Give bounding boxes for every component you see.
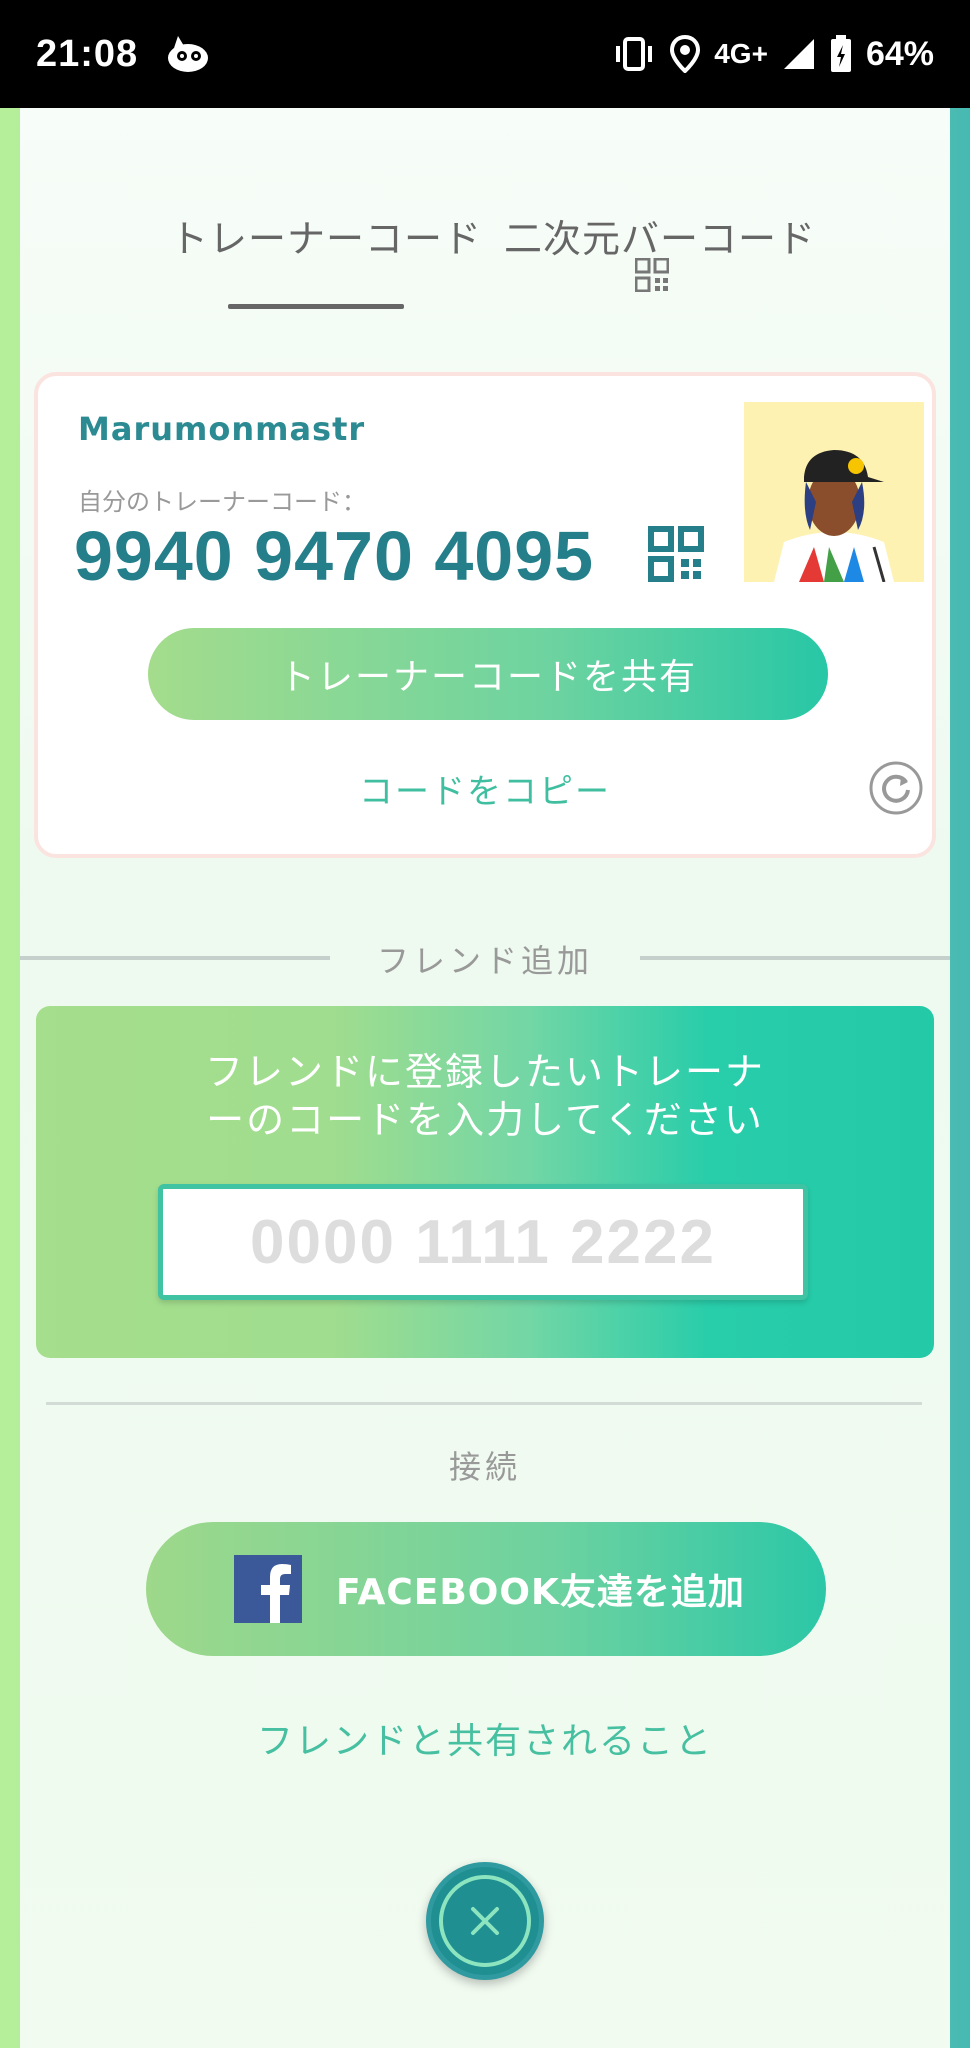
close-button[interactable] [426, 1862, 544, 1980]
facebook-icon [234, 1555, 302, 1623]
app-notification-icon [166, 34, 212, 74]
refresh-icon[interactable] [868, 760, 924, 816]
trainer-name: Marumonmastr [78, 410, 366, 448]
battery-percent: 64% [865, 34, 934, 73]
shared-with-friends-link[interactable]: フレンドと共有されること [20, 1712, 950, 1764]
divider-line [640, 956, 950, 960]
friend-add-divider: フレンド追加 [20, 928, 950, 988]
tab-trainer-code[interactable]: トレーナーコード [170, 208, 482, 263]
trainer-code-label: 自分のトレーナーコード： [78, 488, 366, 516]
facebook-button-label: FACEBOOK友達を追加 [336, 1572, 745, 1613]
status-bar: 21:08 4G+ 64% [0, 0, 970, 108]
network-type: 4G+ [714, 38, 768, 69]
friend-code-entry-box: フレンドに登録したいトレーナ ーのコードを入力してください [36, 1006, 934, 1358]
tab-bar: トレーナーコード 二次元バーコード [20, 208, 950, 338]
trainer-code-value: 9940 9470 4095 [74, 517, 595, 595]
friend-panel: トレーナーコード 二次元バーコード Marumonmastr 自分のトレーナーコ… [20, 108, 950, 2048]
vibrate-icon [612, 36, 656, 72]
friend-code-prompt-line2: ーのコードを入力してください [206, 1098, 764, 1142]
qr-code-button-icon[interactable] [648, 526, 704, 586]
status-time: 21:08 [36, 32, 139, 75]
status-indicators: 4G+ 64% [612, 35, 934, 74]
connect-heading: 接続 [448, 1448, 521, 1486]
tab-qr-code[interactable]: 二次元バーコード [504, 208, 816, 263]
active-tab-indicator [228, 304, 404, 309]
signal-icon [782, 37, 816, 71]
copy-code-link[interactable]: コードをコピー [38, 764, 932, 813]
qr-code-icon[interactable] [634, 257, 670, 296]
friend-code-prompt-line1: フレンドに登録したいトレーナ [204, 1050, 765, 1094]
close-icon [439, 1875, 531, 1967]
friend-code-prompt: フレンドに登録したいトレーナ ーのコードを入力してください [36, 1048, 934, 1144]
connect-divider [46, 1402, 922, 1405]
battery-icon [830, 35, 852, 73]
add-facebook-friends-button[interactable]: FACEBOOK友達を追加 [146, 1522, 826, 1656]
location-icon [670, 35, 701, 73]
trainer-card: Marumonmastr 自分のトレーナーコード： 9940 9470 4095 [34, 372, 936, 858]
friend-code-input[interactable] [158, 1184, 808, 1300]
share-trainer-code-button[interactable]: トレーナーコードを共有 [148, 628, 828, 720]
trainer-avatar [744, 402, 924, 582]
